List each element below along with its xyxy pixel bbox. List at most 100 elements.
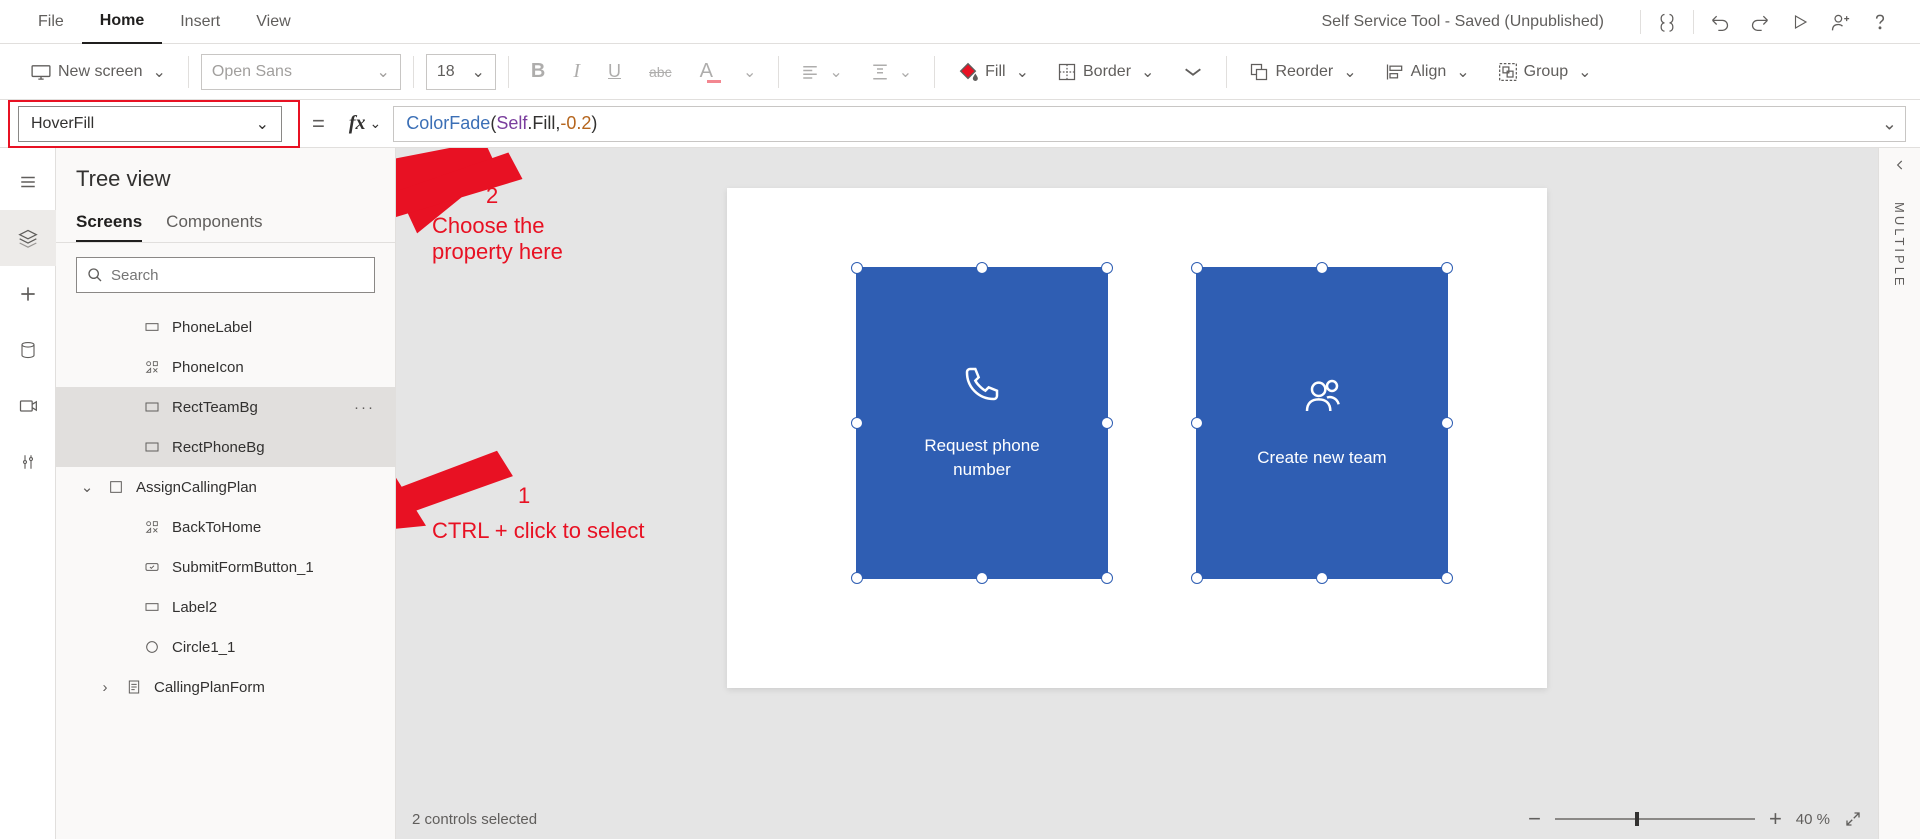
menu-file[interactable]: File [20, 0, 82, 44]
expand-toggle-button[interactable] [1172, 54, 1214, 90]
fit-screen-icon[interactable] [1844, 810, 1862, 828]
screen-icon [106, 479, 126, 495]
annotation-arrow [396, 148, 516, 248]
font-color-button[interactable]: A⌄ [690, 54, 767, 90]
card-request-phone[interactable]: Request phone number [857, 268, 1107, 578]
search-icon [87, 267, 103, 283]
text-align-button[interactable]: ⌄ [791, 54, 852, 90]
search-input[interactable] [76, 257, 375, 293]
button-icon [142, 559, 162, 575]
chevron-down-icon: ⌄ [471, 62, 484, 82]
rail-tree-view-icon[interactable] [0, 210, 56, 266]
icon-icon [142, 519, 162, 535]
tree-item-assigncallingplan[interactable]: ⌄ AssignCallingPlan [56, 467, 395, 507]
font-family-select[interactable]: Open Sans ⌄ [201, 54, 401, 90]
card-create-team[interactable]: Create new team [1197, 268, 1447, 578]
help-icon[interactable] [1860, 0, 1900, 44]
tree-view-panel: Tree view Screens Components PhoneLabel … [56, 148, 396, 839]
rectangle-icon [142, 439, 162, 455]
zoom-out-button[interactable]: − [1528, 806, 1541, 832]
rail-advanced-icon[interactable] [0, 434, 56, 490]
tree-item-circle1[interactable]: Circle1_1 [56, 627, 395, 667]
label-icon [142, 319, 162, 335]
menu-bar: File Home Insert View Self Service Tool … [0, 0, 1920, 44]
tree-item-rectteambg[interactable]: RectTeamBg ··· [56, 387, 395, 427]
share-icon[interactable] [1820, 0, 1860, 44]
tree-item-callingplanform[interactable]: › CallingPlanForm [56, 667, 395, 707]
underline-button[interactable]: U [598, 54, 631, 90]
zoom-value: 40 % [1796, 811, 1830, 828]
fx-button[interactable]: fx ⌄ [337, 106, 393, 142]
tab-components[interactable]: Components [166, 204, 262, 242]
undo-icon[interactable] [1700, 0, 1740, 44]
chevron-right-icon[interactable]: › [96, 679, 114, 696]
formula-bar: HoverFill ⌄ = fx ⌄ ColorFade(Self.Fill,-… [0, 100, 1920, 148]
more-icon[interactable]: ··· [346, 399, 383, 416]
italic-button[interactable]: I [563, 54, 590, 90]
rectangle-icon [142, 399, 162, 415]
border-button[interactable]: Border⌄ [1047, 54, 1164, 90]
strikethrough-button[interactable]: abc [639, 54, 682, 90]
tree-item-backtohome[interactable]: BackToHome [56, 507, 395, 547]
annotation-step2-num: 2 [486, 183, 498, 209]
formula-expand-icon[interactable]: ⌄ [1882, 113, 1897, 134]
right-properties-panel-collapsed: MULTIPLE [1878, 148, 1920, 839]
annotation-step2-text: Choose the property here [432, 213, 563, 265]
circle-icon [142, 639, 162, 655]
menu-insert[interactable]: Insert [162, 0, 238, 44]
menu-view[interactable]: View [238, 0, 308, 44]
icon-icon [142, 359, 162, 375]
rail-hamburger-icon[interactable] [0, 154, 56, 210]
left-rail [0, 148, 56, 839]
vertical-align-button[interactable]: ⌄ [861, 54, 922, 90]
form-icon [124, 679, 144, 695]
artboard[interactable]: Request phone number Create new team [727, 188, 1547, 688]
card-label: Create new team [1257, 446, 1386, 470]
tab-screens[interactable]: Screens [76, 204, 142, 242]
rail-media-icon[interactable] [0, 378, 56, 434]
property-selector[interactable]: HoverFill ⌄ [18, 106, 282, 142]
fx-icon: fx [349, 112, 366, 135]
app-checker-icon[interactable] [1647, 0, 1687, 44]
zoom-in-button[interactable]: + [1769, 806, 1782, 832]
ribbon-toolbar: New screen ⌄ Open Sans ⌄ 18 ⌄ B I U abc … [0, 44, 1920, 100]
fill-button[interactable]: Fill⌄ [947, 54, 1039, 90]
tree-item-phonelabel[interactable]: PhoneLabel [56, 307, 395, 347]
tree-item-submitformbutton[interactable]: SubmitFormButton_1 [56, 547, 395, 587]
canvas-scroll[interactable]: Request phone number Create new team [396, 148, 1878, 799]
right-panel-label: MULTIPLE [1892, 202, 1907, 289]
zoom-slider[interactable] [1555, 818, 1755, 820]
play-icon[interactable] [1780, 0, 1820, 44]
people-icon [1302, 376, 1342, 416]
reorder-button[interactable]: Reorder⌄ [1239, 54, 1366, 90]
annotation-arrow [396, 428, 516, 548]
card-label: Request phone number [924, 434, 1039, 482]
chevron-down-icon: ⌄ [256, 114, 269, 134]
canvas-area: Request phone number Create new team [396, 148, 1878, 839]
new-screen-button[interactable]: New screen ⌄ [20, 54, 176, 90]
font-size-select[interactable]: 18 ⌄ [426, 54, 496, 90]
rail-insert-icon[interactable] [0, 266, 56, 322]
zoom-controls: − + 40 % [1528, 806, 1862, 832]
phone-icon [962, 364, 1002, 404]
tree-view-title: Tree view [56, 148, 395, 198]
tree-list: PhoneLabel PhoneIcon RectTeamBg ··· Rect… [56, 307, 395, 839]
status-bar: 2 controls selected − + 40 % [396, 799, 1878, 839]
formula-input[interactable]: ColorFade(Self.Fill,-0.2) ⌄ [393, 106, 1906, 142]
tree-item-rectphonebg[interactable]: RectPhoneBg [56, 427, 395, 467]
bold-button[interactable]: B [521, 54, 555, 90]
redo-icon[interactable] [1740, 0, 1780, 44]
new-screen-label: New screen [58, 63, 142, 81]
tree-item-label2[interactable]: Label2 [56, 587, 395, 627]
group-button[interactable]: Group⌄ [1488, 54, 1602, 90]
rail-data-icon[interactable] [0, 322, 56, 378]
chevron-down-icon: ⌄ [370, 115, 382, 132]
chevron-down-icon[interactable]: ⌄ [78, 478, 96, 496]
equals-label: = [300, 111, 337, 137]
align-button[interactable]: Align⌄ [1375, 54, 1480, 90]
tree-item-phoneicon[interactable]: PhoneIcon [56, 347, 395, 387]
chevron-down-icon: ⌄ [376, 62, 389, 82]
app-title: Self Service Tool - Saved (Unpublished) [1321, 13, 1634, 31]
menu-home[interactable]: Home [82, 0, 162, 44]
expand-panel-icon[interactable] [1893, 158, 1907, 172]
